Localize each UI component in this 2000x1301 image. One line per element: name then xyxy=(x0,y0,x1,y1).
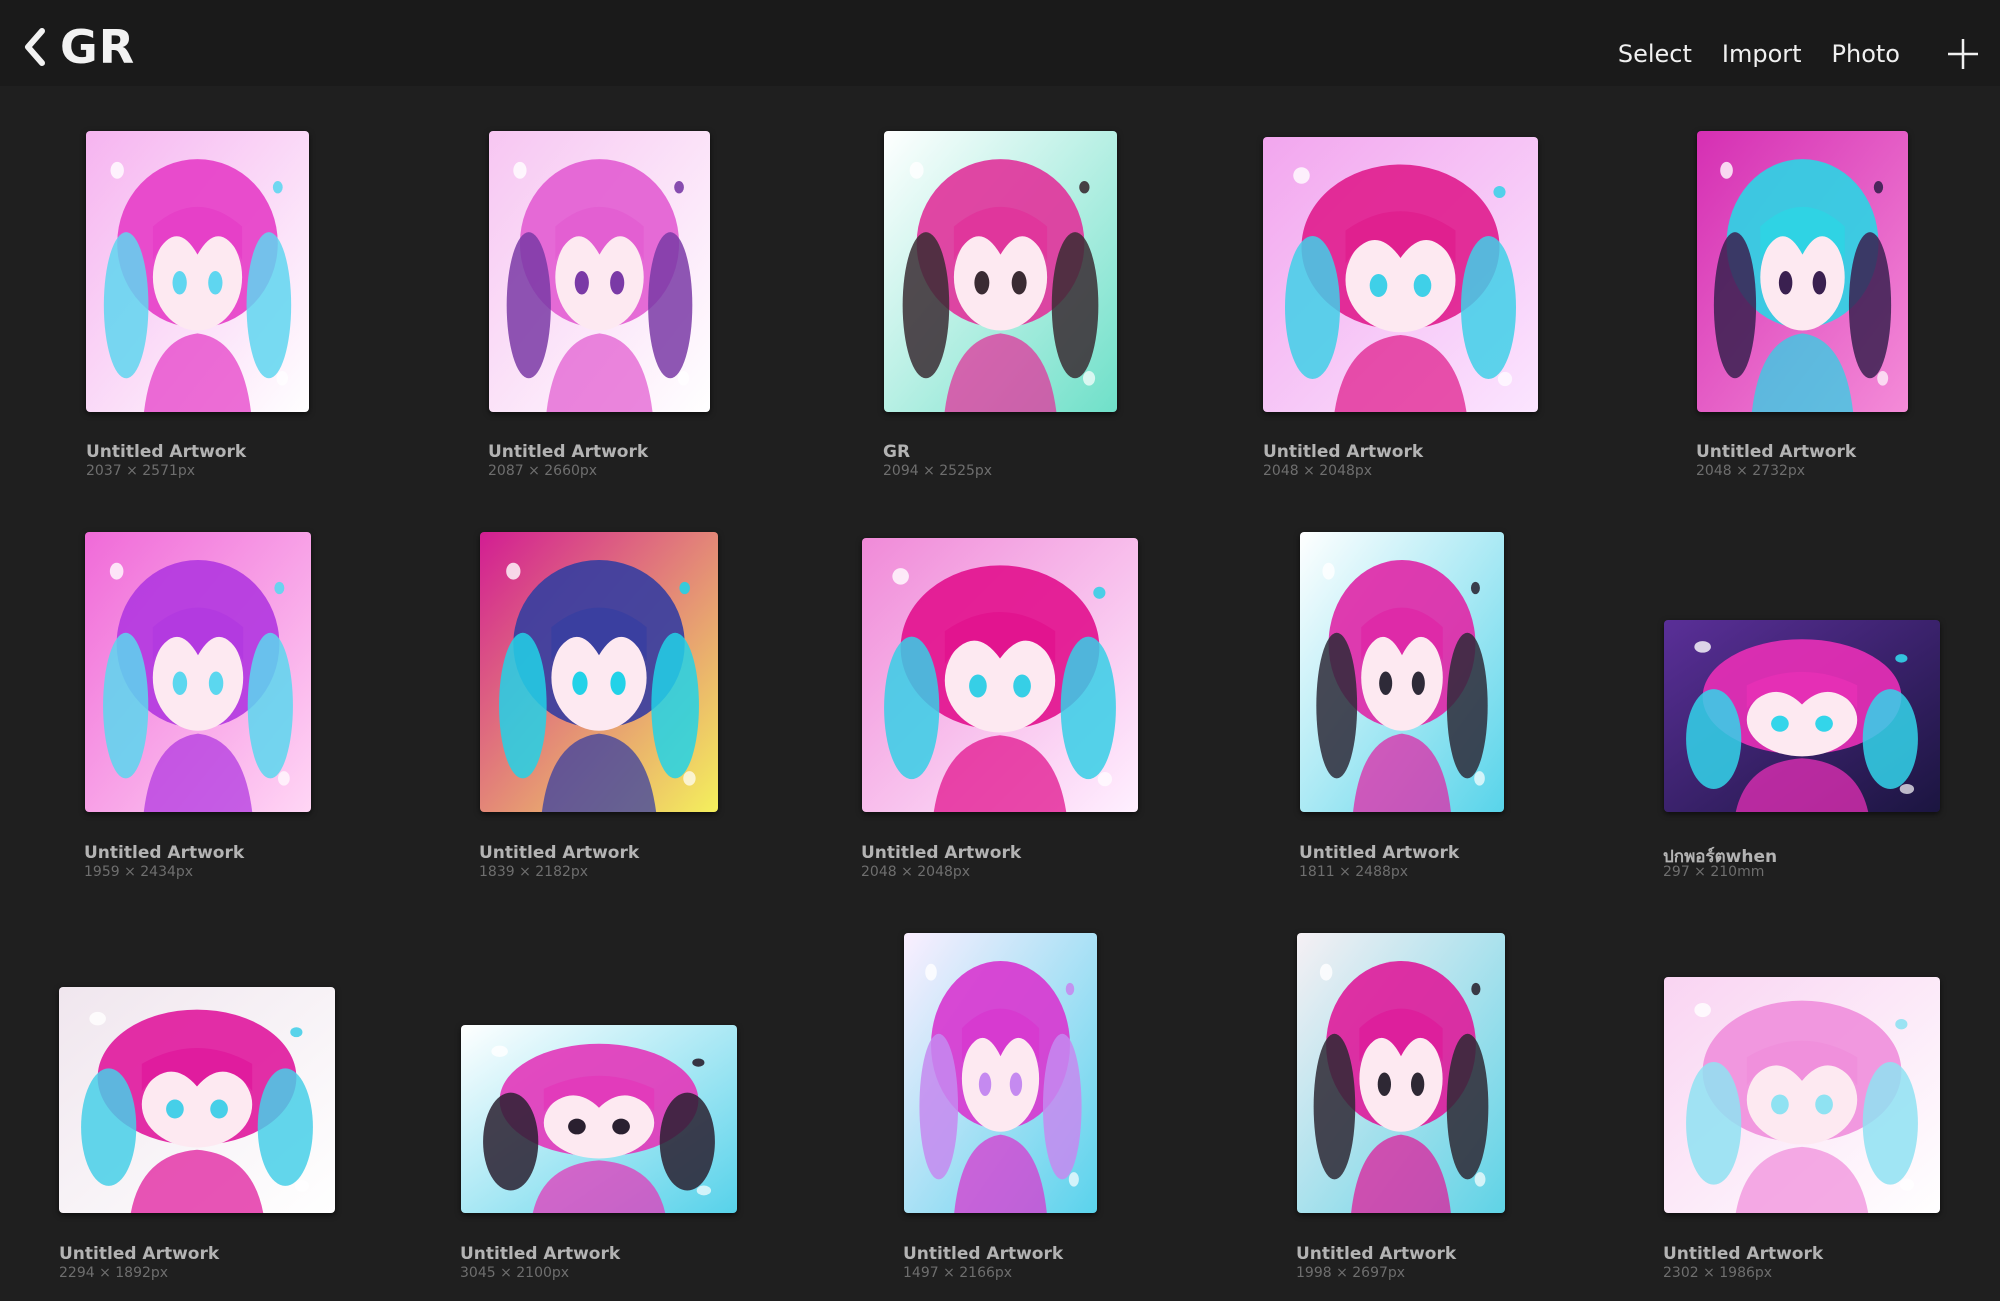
artwork-dimensions: 297 × 210mm xyxy=(1663,864,1765,880)
artwork-thumbnail[interactable] xyxy=(86,131,309,412)
artwork-title[interactable]: Untitled Artwork xyxy=(86,442,246,462)
toolbar-actions: Select Import Photo xyxy=(1588,30,1980,78)
stack-title: GR xyxy=(60,20,136,74)
artwork-title[interactable]: Untitled Artwork xyxy=(84,843,244,863)
artwork-title[interactable]: Untitled Artwork xyxy=(903,1244,1063,1264)
artwork-thumbnail[interactable] xyxy=(904,933,1097,1213)
artwork-title[interactable]: Untitled Artwork xyxy=(59,1244,219,1264)
artwork-thumbnail[interactable] xyxy=(1263,137,1538,412)
artwork-thumbnail[interactable] xyxy=(1297,933,1505,1213)
select-button[interactable]: Select xyxy=(1618,40,1692,68)
artwork-dimensions: 3045 × 2100px xyxy=(460,1265,570,1281)
artwork-thumbnail[interactable] xyxy=(1664,620,1940,812)
artwork-dimensions: 1811 × 2488px xyxy=(1299,864,1409,880)
artwork-title[interactable]: Untitled Artwork xyxy=(1696,442,1856,462)
artwork-thumbnail[interactable] xyxy=(59,987,335,1213)
chevron-left-icon xyxy=(25,28,45,66)
artwork-title[interactable]: Untitled Artwork xyxy=(488,442,648,462)
new-canvas-button[interactable] xyxy=(1946,37,1980,71)
photo-button[interactable]: Photo xyxy=(1832,40,1900,68)
artwork-dimensions: 2048 × 2732px xyxy=(1696,463,1806,479)
artwork-dimensions: 2037 × 2571px xyxy=(86,463,196,479)
artwork-thumbnail[interactable] xyxy=(862,538,1138,812)
top-bar: GR Select Import Photo xyxy=(0,0,2000,86)
artwork-title[interactable]: Untitled Artwork xyxy=(479,843,639,863)
artwork-dimensions: 1998 × 2697px xyxy=(1296,1265,1406,1281)
artwork-title[interactable]: Untitled Artwork xyxy=(460,1244,620,1264)
artwork-dimensions: 2048 × 2048px xyxy=(861,864,971,880)
artwork-dimensions: 1497 × 2166px xyxy=(903,1265,1013,1281)
artwork-dimensions: 2048 × 2048px xyxy=(1263,463,1373,479)
artwork-dimensions: 2094 × 2525px xyxy=(883,463,993,479)
artwork-thumbnail[interactable] xyxy=(1300,532,1504,812)
artwork-thumbnail[interactable] xyxy=(85,532,311,812)
artwork-title[interactable]: GR xyxy=(883,442,910,462)
artwork-thumbnail[interactable] xyxy=(1664,977,1940,1213)
artwork-thumbnail[interactable] xyxy=(489,131,710,412)
artwork-dimensions: 2294 × 1892px xyxy=(59,1265,169,1281)
artwork-title[interactable]: Untitled Artwork xyxy=(1299,843,1459,863)
artwork-dimensions: 1959 × 2434px xyxy=(84,864,194,880)
artwork-dimensions: 1839 × 2182px xyxy=(479,864,589,880)
artwork-dimensions: 2302 × 1986px xyxy=(1663,1265,1773,1281)
artwork-title[interactable]: Untitled Artwork xyxy=(1663,1244,1823,1264)
artwork-thumbnail[interactable] xyxy=(461,1025,737,1213)
artwork-title[interactable]: Untitled Artwork xyxy=(1296,1244,1456,1264)
artwork-dimensions: 2087 × 2660px xyxy=(488,463,598,479)
artwork-thumbnail[interactable] xyxy=(480,532,718,812)
import-button[interactable]: Import xyxy=(1722,40,1802,68)
back-button[interactable]: GR xyxy=(20,20,136,74)
artwork-thumbnail[interactable] xyxy=(884,131,1117,412)
artwork-title[interactable]: Untitled Artwork xyxy=(1263,442,1423,462)
artwork-thumbnail[interactable] xyxy=(1697,131,1908,412)
plus-icon xyxy=(1948,39,1978,69)
artwork-title[interactable]: Untitled Artwork xyxy=(861,843,1021,863)
